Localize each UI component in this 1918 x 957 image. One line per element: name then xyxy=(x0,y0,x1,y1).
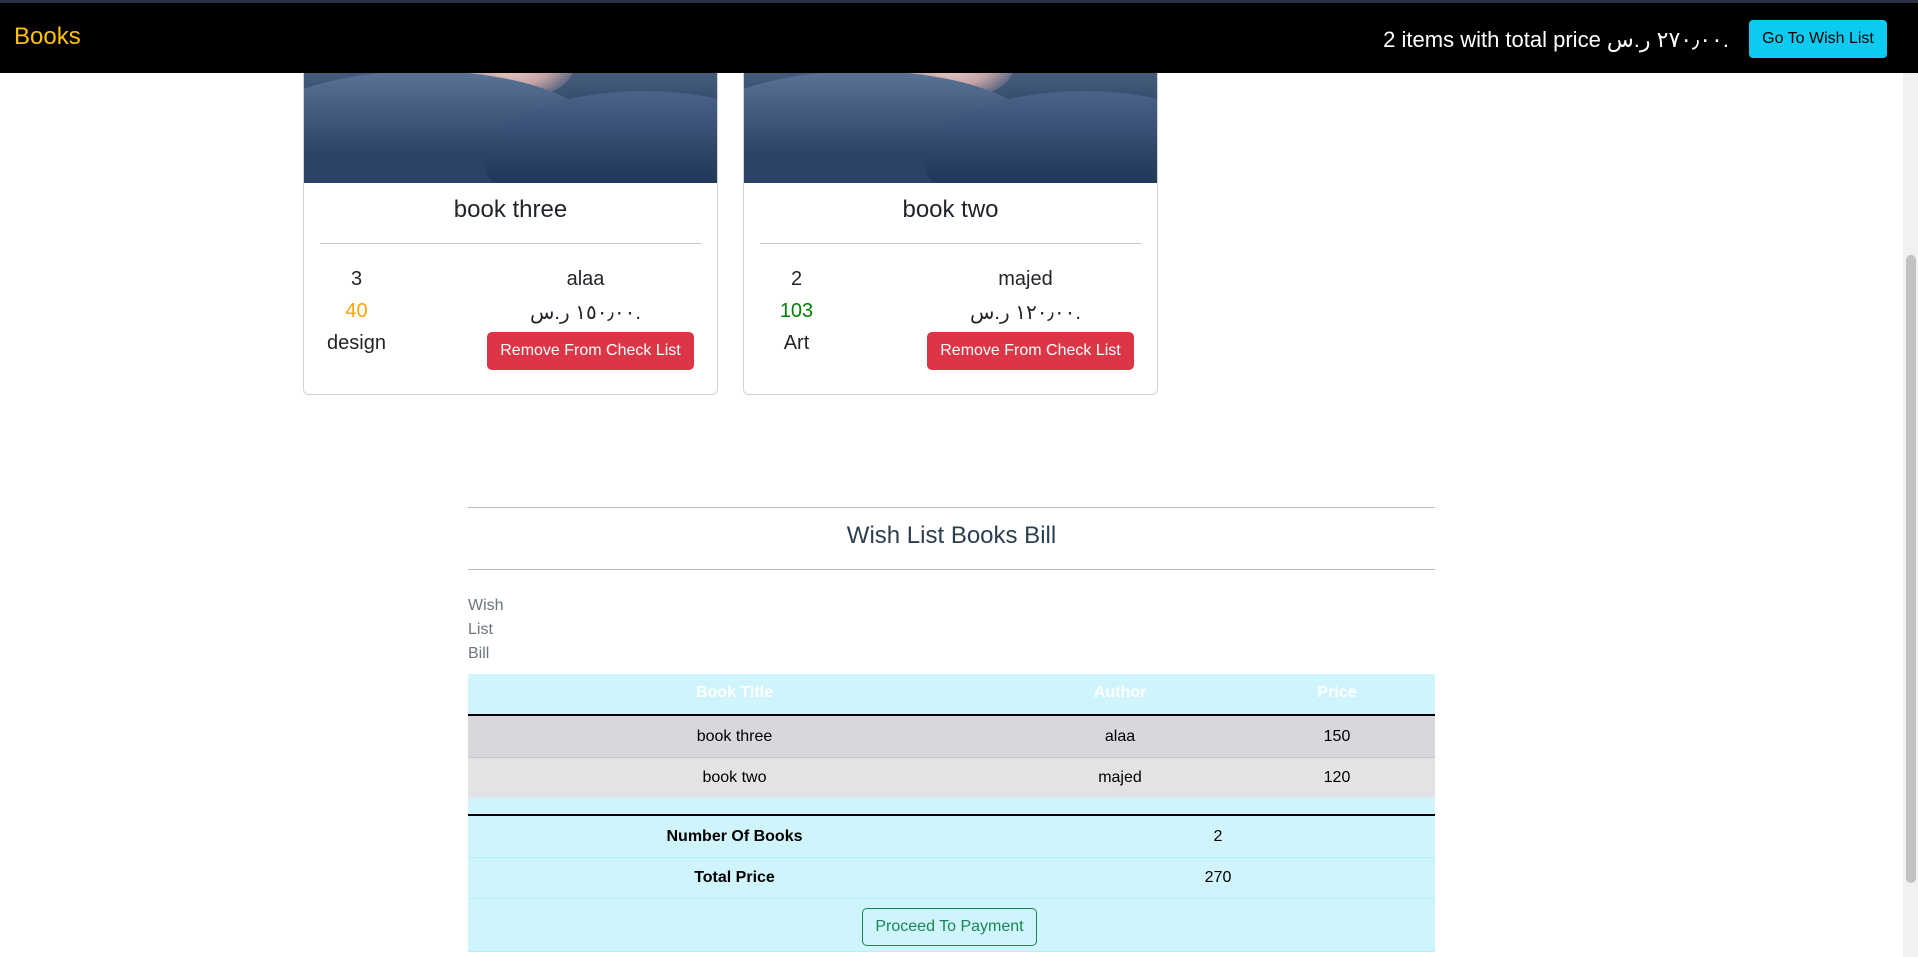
table-row: book three alaa 150 xyxy=(468,716,1435,758)
top-navbar: Books 2 items with total price ٢٧٠٫٠٠ ر.… xyxy=(0,3,1918,73)
total-price-value: 270 xyxy=(1204,869,1232,886)
cell-price: 120 xyxy=(1323,769,1351,786)
cell-book-title: book three xyxy=(696,728,773,745)
remove-from-check-list-button[interactable]: Remove From Check List xyxy=(927,332,1134,370)
header-price: Price xyxy=(1317,684,1357,701)
summary-books-row: Number Of Books 2 xyxy=(468,816,1435,858)
book-author: majed xyxy=(998,268,1053,290)
bill-divider-bottom xyxy=(468,569,1435,570)
cell-author: alaa xyxy=(1104,728,1136,745)
card-divider xyxy=(760,243,1141,244)
card-divider xyxy=(320,243,701,244)
cell-price: 150 xyxy=(1323,728,1351,745)
book-card: book three 3 alaa 40 ١٥٠٫٠٠ ر.س. design … xyxy=(303,60,718,395)
book-price: ١٥٠٫٠٠ ر.س. xyxy=(530,302,641,324)
header-author: Author xyxy=(1093,684,1147,701)
bill-divider-top xyxy=(468,507,1435,508)
book-quantity: 2 xyxy=(790,268,803,290)
header-book-title: Book Title xyxy=(695,684,774,701)
cell-book-title: book two xyxy=(702,769,767,786)
remove-from-check-list-button[interactable]: Remove From Check List xyxy=(487,332,694,370)
table-row: book two majed 120 xyxy=(468,758,1435,798)
book-author: alaa xyxy=(566,268,605,290)
table-spacer-row xyxy=(468,798,1435,816)
number-of-books-label: Number Of Books xyxy=(666,828,803,845)
book-cover-image xyxy=(304,61,717,183)
book-title: book two xyxy=(902,196,999,223)
total-price-label: Total Price xyxy=(694,869,775,886)
bill-table: Book Title Author Price book three alaa … xyxy=(468,674,1435,952)
proceed-to-payment-button[interactable]: Proceed To Payment xyxy=(862,908,1037,946)
book-category: design xyxy=(327,332,386,354)
cell-author: majed xyxy=(1098,769,1142,786)
table-header-row: Book Title Author Price xyxy=(468,674,1435,716)
bill-title: Wish List Books Bill xyxy=(846,522,1057,549)
summary-total-row: Total Price 270 xyxy=(468,858,1435,899)
number-of-books-value: 2 xyxy=(1213,828,1223,845)
book-price: ١٢٠٫٠٠ ر.س. xyxy=(970,302,1081,324)
book-category: Art xyxy=(783,332,810,354)
book-title: book three xyxy=(453,196,568,223)
book-cover-image xyxy=(744,61,1157,183)
cart-summary-text: 2 items with total price ٢٧٠٫٠٠ ر.س. xyxy=(1383,27,1729,52)
scrollbar-thumb[interactable] xyxy=(1906,255,1916,883)
book-card: book two 2 majed 103 ١٢٠٫٠٠ ر.س. Art Rem… xyxy=(743,60,1158,395)
go-to-wish-list-button[interactable]: Go To Wish List xyxy=(1749,20,1887,58)
summary-payment-row: Proceed To Payment xyxy=(468,899,1435,952)
table-caption: Wish List Bill xyxy=(468,597,504,662)
book-stock: 40 xyxy=(345,300,368,322)
book-quantity: 3 xyxy=(350,268,363,290)
brand-link[interactable]: Books xyxy=(14,23,81,51)
book-stock: 103 xyxy=(779,300,814,322)
